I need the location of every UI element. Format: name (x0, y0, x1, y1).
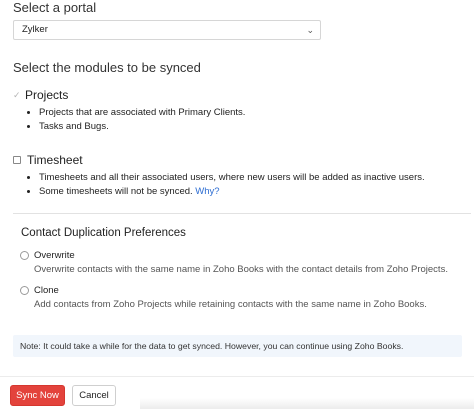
clone-description: Add contacts from Zoho Projects while re… (34, 299, 427, 310)
overwrite-label: Overwrite (34, 250, 75, 261)
list-item: Timesheets and all their associated user… (39, 171, 425, 185)
clone-radio[interactable] (20, 286, 29, 295)
list-item: Tasks and Bugs. (39, 120, 245, 134)
portal-select-value: Zylker (22, 24, 48, 35)
module-timesheet-details: Timesheets and all their associated user… (13, 171, 425, 199)
portal-select[interactable]: Zylker ⌄ (13, 20, 321, 40)
overwrite-description: Overwrite contacts with the same name in… (34, 264, 448, 275)
cancel-button[interactable]: Cancel (72, 385, 116, 406)
bottom-shadow (140, 398, 474, 409)
module-projects: ✓ Projects Projects that are associated … (13, 88, 245, 134)
timesheet-note-text: Some timesheets will not be synced. (39, 186, 193, 197)
sync-settings-page: Select a portal Zylker ⌄ Select the modu… (0, 0, 474, 409)
list-item: Projects that are associated with Primar… (39, 106, 245, 120)
module-projects-label: Projects (25, 88, 69, 102)
portal-section-title: Select a portal (13, 0, 97, 15)
preferences-title: Contact Duplication Preferences (21, 227, 186, 239)
overwrite-radio[interactable] (20, 251, 29, 260)
footer-divider (0, 376, 474, 377)
clone-label: Clone (34, 285, 59, 296)
sync-now-button[interactable]: Sync Now (10, 385, 65, 406)
modules-section-title: Select the modules to be synced (13, 60, 201, 75)
section-divider (13, 213, 471, 214)
module-timesheet: Timesheet Timesheets and all their assoc… (13, 153, 425, 199)
checkmark-icon[interactable]: ✓ (13, 90, 23, 101)
module-timesheet-label: Timesheet (27, 153, 83, 167)
why-link[interactable]: Why? (195, 186, 219, 197)
module-projects-details: Projects that are associated with Primar… (13, 106, 245, 134)
timesheet-checkbox[interactable] (13, 156, 21, 164)
sync-note: Note: It could take a while for the data… (13, 335, 462, 357)
list-item: Some timesheets will not be synced. Why? (39, 185, 425, 199)
chevron-down-icon: ⌄ (306, 25, 314, 35)
option-overwrite[interactable]: Overwrite Overwrite contacts with the sa… (20, 250, 448, 275)
option-clone[interactable]: Clone Add contacts from Zoho Projects wh… (20, 285, 427, 310)
